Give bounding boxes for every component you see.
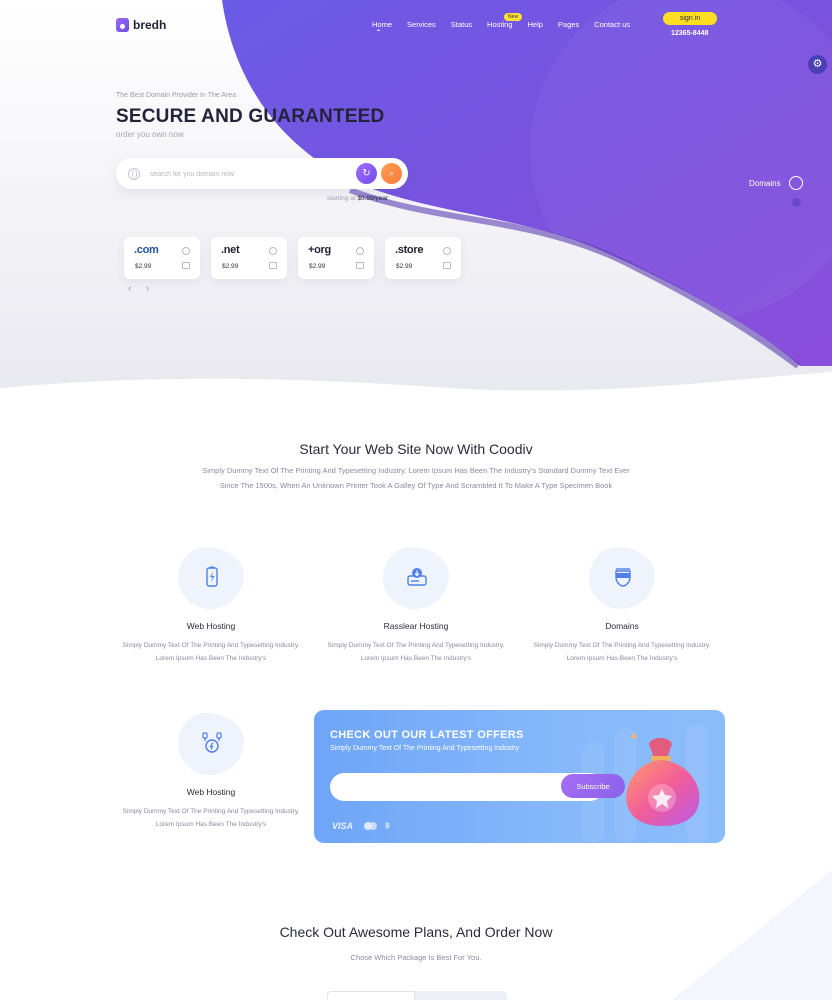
- domains-label: Domains: [749, 179, 781, 188]
- tld-price: $2.99: [135, 263, 152, 270]
- money-bag-icon: [626, 732, 700, 826]
- tld-price: $2.99: [396, 263, 413, 270]
- feature-title: Domains: [605, 621, 639, 631]
- tld-card-store[interactable]: .store $2.99: [385, 237, 461, 279]
- tld-carousel: .com $2.99 .net $2.99 +org $2.99 .store …: [124, 237, 461, 279]
- feature-web-hosting-2: Web Hosting Simply Dummy Text Of The Pri…: [121, 713, 301, 831]
- nav-status[interactable]: Status: [451, 20, 472, 29]
- plan-period-tabs[interactable]: [327, 991, 507, 1000]
- domain-search-input[interactable]: [148, 166, 352, 183]
- feature-text: Simply Dummy Text Of The Printing And Ty…: [122, 808, 300, 828]
- refresh-icon: ↻: [362, 168, 371, 179]
- refresh-button[interactable]: ↻: [356, 163, 377, 184]
- signin-button[interactable]: sign in: [663, 12, 717, 25]
- tld-name: .store: [395, 244, 424, 256]
- lock-icon: [356, 262, 364, 269]
- feature-web-hosting: Web Hosting Simply Dummy Text Of The Pri…: [121, 547, 301, 665]
- feature-rasslear-hosting: Rasslear Hosting Simply Dummy Text Of Th…: [326, 547, 506, 665]
- battery-bolt-icon: [206, 566, 218, 587]
- feature-title: Rasslear Hosting: [383, 621, 449, 631]
- feature-title: Web Hosting: [186, 787, 236, 797]
- tld-price: $2.99: [309, 263, 326, 270]
- offer-title: CHECK OUT OUR LATEST OFFERS: [330, 729, 524, 741]
- domain-search-bar: ↻ ⌕: [116, 158, 408, 189]
- hero-eyebrow: The Best Domain Provider In The Area: [116, 92, 237, 99]
- new-badge: New: [504, 13, 523, 21]
- logo-mark-icon: [116, 18, 129, 32]
- feature-title: Web Hosting: [186, 621, 236, 631]
- intro-description: Simply Dummy Text Of The Printing And Ty…: [202, 466, 630, 490]
- hero-title: SECURE AND GUARANTEED: [116, 106, 385, 127]
- visa-icon: VISA: [332, 821, 354, 831]
- subscribe-button[interactable]: Subscribe: [561, 774, 625, 798]
- starting-price: starting at $0.99/year: [327, 195, 388, 202]
- hero-wave-background: [0, 0, 832, 400]
- carousel-arrows: ‹ ›: [128, 283, 163, 295]
- search-icon: ⌕: [388, 168, 395, 178]
- tld-card-com[interactable]: .com $2.99: [124, 237, 200, 279]
- hero-section: bredh Home Services Status HostingNew He…: [0, 0, 832, 400]
- nav-hosting[interactable]: Hosting New: [487, 13, 523, 29]
- globe-icon: [128, 168, 140, 180]
- feature-blob: [589, 547, 655, 609]
- gear-icon[interactable]: ⚙: [808, 55, 827, 74]
- tld-price: $2.99: [222, 263, 239, 270]
- starting-price-value: $0.99/year: [357, 195, 389, 202]
- nav-contact[interactable]: Contact us: [594, 20, 630, 29]
- domains-ring-icon[interactable]: [789, 176, 803, 190]
- tld-name: .net: [221, 244, 240, 256]
- feature-text: Simply Dummy Text Of The Printing And Ty…: [533, 642, 711, 662]
- plans-subtitle: Chose Which Package Is Best For You.: [350, 953, 482, 962]
- chevron-right-icon[interactable]: ›: [146, 283, 150, 295]
- feature-text: Simply Dummy Text Of The Printing And Ty…: [327, 642, 505, 662]
- feature-text: Simply Dummy Text Of The Printing And Ty…: [122, 642, 300, 662]
- search-button[interactable]: ⌕: [381, 163, 402, 184]
- brand-name: bredh: [133, 18, 167, 32]
- tld-card-org[interactable]: +org $2.99: [298, 237, 374, 279]
- tld-card-net[interactable]: .net $2.99: [211, 237, 287, 279]
- plans-title: Check Out Awesome Plans, And Order Now: [279, 924, 553, 940]
- feature-blob: [383, 547, 449, 609]
- nav-help[interactable]: Help: [527, 20, 542, 29]
- bitcoin-icon: ฿: [385, 821, 391, 830]
- nav-pages[interactable]: Pages: [558, 20, 579, 29]
- hero-subtitle: order you own now: [116, 130, 184, 139]
- intro-title: Start Your Web Site Now With Coodiv: [299, 441, 533, 457]
- lock-icon: [443, 262, 451, 269]
- clock-icon: [182, 247, 190, 255]
- brand-logo[interactable]: bredh: [116, 18, 166, 32]
- nav-services[interactable]: Services: [407, 20, 436, 29]
- feature-blob: [178, 713, 244, 775]
- slider-dot[interactable]: [792, 198, 801, 207]
- phone-number: 12365-8448: [671, 30, 709, 37]
- lock-icon: [182, 262, 190, 269]
- chevron-left-icon[interactable]: ‹: [128, 283, 132, 295]
- server-download-icon: [407, 568, 427, 586]
- offer-subtitle: Simply Dummy Text Of The Printing And Ty…: [330, 745, 520, 752]
- clock-icon: [443, 247, 451, 255]
- tld-name: .com: [134, 244, 159, 256]
- starting-prefix: starting at: [327, 195, 356, 202]
- feature-domains: Domains Simply Dummy Text Of The Printin…: [532, 547, 712, 665]
- mastercard-icon: [364, 822, 378, 830]
- feature-blob: [178, 547, 244, 609]
- lock-icon: [269, 262, 277, 269]
- plan-tab-active[interactable]: [327, 991, 415, 1000]
- clock-icon: [269, 247, 277, 255]
- nav-hosting-label: Hosting: [487, 20, 513, 29]
- main-nav: Home Services Status HostingNew Help Pag…: [372, 13, 645, 34]
- tld-name: +org: [308, 244, 331, 256]
- nav-home[interactable]: Home: [372, 20, 392, 34]
- plug-cable-icon: [202, 732, 222, 753]
- offers-banner: CHECK OUT OUR LATEST OFFERS Simply Dummy…: [314, 710, 725, 843]
- clock-icon: [356, 247, 364, 255]
- vr-headset-icon: [615, 568, 631, 587]
